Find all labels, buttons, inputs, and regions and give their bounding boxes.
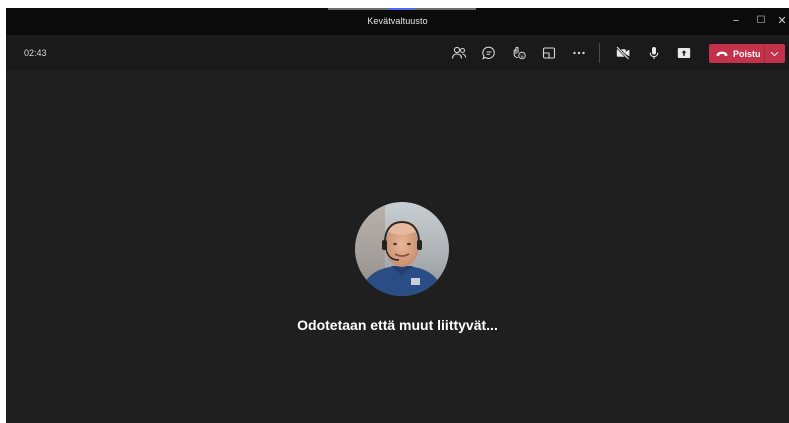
participants-button[interactable] [449, 43, 469, 63]
minimize-button[interactable]: − [727, 13, 745, 29]
rooms-button[interactable] [539, 43, 559, 63]
reactions-button[interactable] [509, 43, 529, 63]
participants-icon [451, 46, 467, 59]
more-options-button[interactable] [569, 43, 589, 63]
rooms-icon [542, 47, 556, 59]
maximize-button[interactable]: ☐ [752, 13, 770, 29]
meeting-stage: Odotetaan että muut liittyvät... [6, 71, 789, 423]
toolbar-separator [599, 43, 600, 63]
reactions-icon [513, 46, 526, 60]
more-options-icon [573, 51, 585, 55]
chat-button[interactable] [479, 43, 499, 63]
meeting-toolbar: 02:43 Poistu [6, 35, 789, 71]
close-icon: ✕ [777, 15, 787, 27]
camera-toggle-button[interactable] [613, 43, 633, 63]
share-screen-button[interactable] [674, 43, 694, 63]
leave-label: Poistu [733, 48, 761, 59]
leave-options-button[interactable] [765, 44, 785, 63]
hang-up-icon [716, 51, 728, 56]
leave-button[interactable]: Poistu [709, 44, 785, 63]
participant-avatar [355, 202, 449, 296]
leave-main[interactable]: Poistu [709, 44, 764, 63]
microphone-button[interactable] [644, 43, 664, 63]
camera-off-icon [616, 46, 630, 60]
title-bar-accent-blue [388, 8, 414, 10]
microphone-icon [649, 47, 659, 59]
meeting-timer: 02:43 [24, 48, 47, 58]
meeting-window: Kevätvaltuusto − ☐ ✕ 02:43 Poistu Odotet… [6, 8, 789, 423]
waiting-message: Odotetaan että muut liittyvät... [297, 317, 498, 333]
share-screen-icon [677, 48, 691, 58]
minimize-icon: − [732, 15, 740, 27]
maximize-icon: ☐ [756, 15, 766, 26]
chevron-down-icon [771, 51, 779, 56]
chat-icon [482, 46, 495, 60]
window-title: Kevätvaltuusto [367, 16, 428, 26]
title-bar: Kevätvaltuusto − ☐ ✕ [6, 8, 789, 35]
close-button[interactable]: ✕ [775, 13, 789, 29]
